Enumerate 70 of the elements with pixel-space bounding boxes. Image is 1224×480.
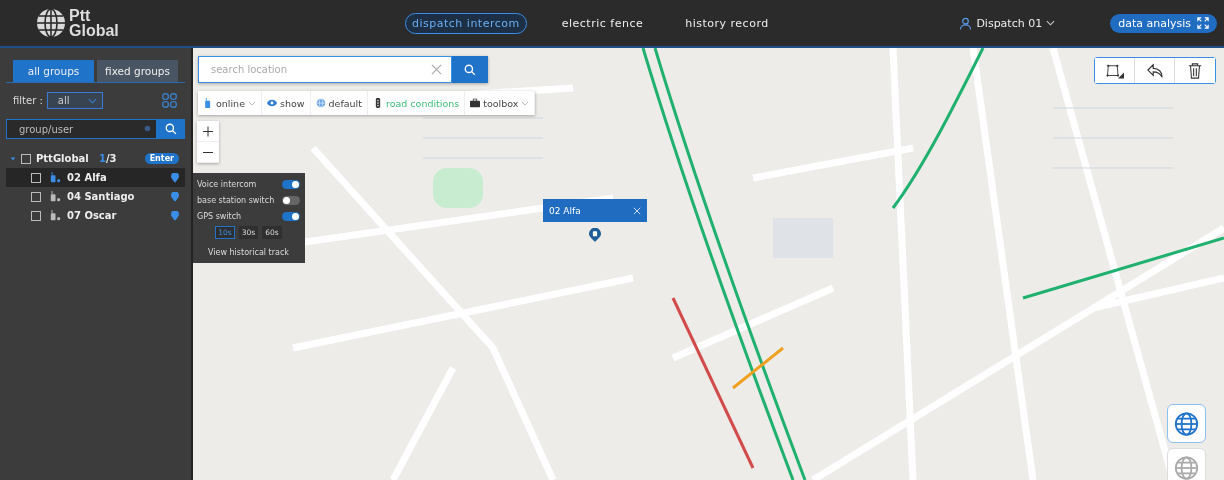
chevron-down-icon: [1046, 20, 1056, 26]
undo-icon: [1145, 62, 1164, 79]
checkbox[interactable]: [31, 210, 41, 221]
search-button[interactable]: [452, 56, 488, 83]
map-layer-button[interactable]: [1167, 404, 1206, 443]
zoom-in-button[interactable]: [197, 121, 219, 142]
switch-label: base station switch: [197, 196, 275, 205]
online-count: 1/3: [99, 153, 118, 164]
switch-label: GPS switch: [197, 212, 242, 221]
toolbar-button[interactable]: show: [262, 91, 311, 115]
device-marker-icon[interactable]: [589, 228, 601, 242]
nav-tab[interactable]: electric fence: [554, 12, 651, 34]
briefcase-icon: [470, 98, 481, 108]
nav-tab[interactable]: history record: [678, 12, 776, 34]
plus-icon: [203, 125, 213, 137]
user-name: 04 Santiago: [67, 191, 136, 202]
checkbox[interactable]: [31, 172, 41, 183]
chevron-down-icon: [87, 97, 97, 104]
globe-logo-icon: [35, 7, 67, 39]
globe-icon: [1174, 453, 1199, 480]
logo-text: Ptt: [69, 8, 92, 23]
group-search-field[interactable]: group/user: [6, 119, 157, 139]
user-name: 07 Oscar: [67, 210, 118, 221]
data-analysis-button[interactable]: data analysis: [1110, 13, 1217, 33]
toolbar-button[interactable]: online: [198, 91, 262, 115]
group-tab[interactable]: all groups: [13, 60, 94, 82]
user-row[interactable]: 04 Santiago: [6, 187, 185, 206]
checkbox[interactable]: [21, 153, 31, 164]
user-row[interactable]: 02 Alfa: [6, 168, 185, 187]
toggle-switch[interactable]: [282, 212, 300, 221]
polygon-tool-button[interactable]: [1095, 58, 1135, 83]
expand-arrow-icon[interactable]: [10, 155, 16, 162]
toolbar-button[interactable]: toolbox: [465, 91, 536, 115]
trash-icon: [1186, 62, 1204, 79]
search-icon: [464, 63, 476, 76]
eye-icon: [267, 98, 277, 108]
switch-label: Voice intercom: [197, 180, 257, 189]
location-pin-icon: [171, 210, 179, 221]
zoom-out-button[interactable]: [197, 142, 219, 163]
globe-icon: [1174, 409, 1199, 438]
chevron-down-icon: [521, 100, 530, 106]
checkbox[interactable]: [31, 191, 41, 202]
filter-dropdown[interactable]: all: [46, 92, 103, 109]
logo-text: Global: [69, 23, 119, 38]
search-button[interactable]: [157, 119, 185, 139]
group-name: PttGlobal: [36, 153, 90, 164]
user-menu[interactable]: Dispatch 01: [959, 16, 1056, 30]
traffic-light-icon: [373, 98, 383, 108]
user-name: 02 Alfa: [67, 172, 108, 183]
grid-view-icon[interactable]: [162, 93, 177, 108]
historical-track-link[interactable]: View historical track: [197, 248, 300, 257]
chevron-down-icon: [248, 100, 256, 106]
filter-label: filter :: [13, 95, 43, 106]
location-pin-icon: [171, 191, 179, 202]
radio-device-icon: [203, 98, 213, 108]
location-search-field[interactable]: search location: [198, 56, 452, 83]
user-icon: [959, 16, 973, 30]
nav-tab[interactable]: dispatch intercom: [405, 12, 527, 34]
polygon-icon: [1105, 62, 1124, 79]
location-pin-icon: [171, 172, 179, 183]
group-tab[interactable]: fixed groups: [97, 60, 178, 82]
user-row[interactable]: 07 Oscar: [6, 206, 185, 225]
toolbar-button[interactable]: default: [310, 91, 368, 115]
toggle-switch[interactable]: [282, 180, 300, 189]
toggle-switch[interactable]: [282, 196, 300, 205]
globe-icon: [315, 98, 326, 108]
expand-icon: [1197, 17, 1209, 29]
popup-title: 02 Alfa: [549, 205, 581, 216]
enter-button[interactable]: Enter: [144, 153, 179, 164]
search-icon: [165, 123, 177, 135]
